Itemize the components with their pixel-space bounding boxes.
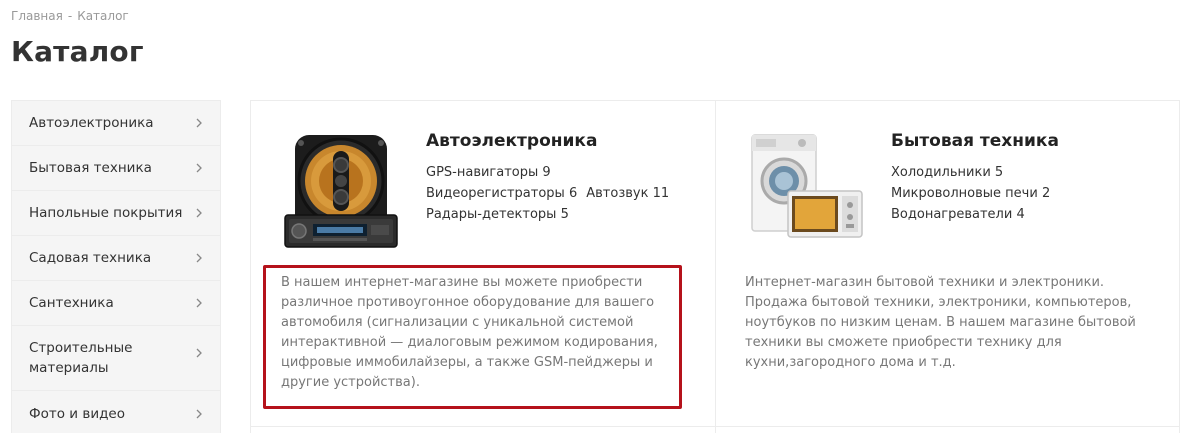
breadcrumb-separator: - xyxy=(67,9,73,23)
sidebar-item-label: Садовая техника xyxy=(29,250,152,266)
breadcrumb-home-link[interactable]: Главная xyxy=(11,9,63,23)
subcategory-name: Микроволновые печи xyxy=(891,186,1038,201)
breadcrumb-current: Каталог xyxy=(77,9,129,23)
chevron-right-icon xyxy=(194,204,204,222)
subcategory-name: GPS-навигаторы xyxy=(426,165,539,180)
chevron-right-icon xyxy=(194,294,204,312)
sidebar-item-plumbing[interactable]: Сантехника xyxy=(12,281,220,326)
sidebar-item-autoelectronics[interactable]: Автоэлектроника xyxy=(12,101,220,146)
sidebar-item-building[interactable]: Строительные материалы xyxy=(12,326,220,391)
subcategory-count: 9 xyxy=(542,165,551,180)
grid-divider xyxy=(251,426,1179,427)
sidebar-item-appliances[interactable]: Бытовая техника xyxy=(12,146,220,191)
subcategory-list: GPS-навигаторы 9 Видеорегистраторы 6 Авто… xyxy=(426,162,686,225)
subcategory-count: 2 xyxy=(1041,186,1051,201)
subcategory-link[interactable]: Микроволновые печи 2 xyxy=(891,183,1050,204)
subcategory-name: Радары-детекторы xyxy=(426,207,557,222)
page-title: Каталог xyxy=(11,35,144,68)
category-card-appliances: Бытовая техника Холодильники 5 Микроволн… xyxy=(716,101,1180,426)
subcategory-name: Автозвук xyxy=(586,186,649,201)
subcategory-link[interactable]: Автозвук 11 xyxy=(586,183,669,204)
chevron-right-icon xyxy=(194,249,204,267)
subcategory-name: Видеорегистраторы xyxy=(426,186,565,201)
sidebar-item-label: Автоэлектроника xyxy=(29,115,154,131)
sidebar-item-label: Бытовая техника xyxy=(29,160,152,176)
subcategory-count: 5 xyxy=(994,165,1004,180)
sidebar-item-garden[interactable]: Садовая техника xyxy=(12,236,220,281)
category-description: Интернет-магазин бытовой техники и элект… xyxy=(745,275,1136,370)
chevron-right-icon xyxy=(194,159,204,177)
catalog-grid: Автоэлектроника GPS-навигаторы 9 Видеоре… xyxy=(250,100,1180,433)
sidebar-item-label: Напольные покрытия xyxy=(29,205,183,221)
chevron-right-icon xyxy=(194,405,204,423)
sidebar-item-label: Сантехника xyxy=(29,295,114,311)
chevron-right-icon xyxy=(194,114,204,132)
subcategory-count: 4 xyxy=(1016,207,1025,222)
subcategory-link[interactable]: Видеорегистраторы 6 xyxy=(426,183,577,204)
subcategory-name: Водонагреватели xyxy=(891,207,1013,222)
category-title-link[interactable]: Бытовая техника xyxy=(891,131,1059,151)
chevron-right-icon xyxy=(194,344,204,362)
subcategory-name: Холодильники xyxy=(891,165,991,180)
washer-microwave-icon[interactable] xyxy=(746,129,866,249)
subcategory-link[interactable]: Водонагреватели 4 xyxy=(891,204,1025,225)
breadcrumb: Главная - Каталог xyxy=(11,9,129,23)
subcategory-count: 11 xyxy=(652,186,670,201)
sidebar-item-flooring[interactable]: Напольные покрытия xyxy=(12,191,220,236)
sidebar-item-label: Строительные материалы xyxy=(29,340,133,376)
sidebar-item-label: Фото и видео xyxy=(29,405,125,422)
category-description: В нашем интернет-магазине вы можете прио… xyxy=(281,275,658,390)
category-card-autoelectronics: Автоэлектроника GPS-навигаторы 9 Видеоре… xyxy=(251,101,715,426)
car-speaker-radio-icon[interactable] xyxy=(281,129,401,249)
subcategory-list: Холодильники 5 Микроволновые печи 2 Водо… xyxy=(891,162,1151,225)
subcategory-count: 6 xyxy=(568,186,578,201)
subcategory-count: 5 xyxy=(560,207,569,222)
subcategory-link[interactable]: Радары-детекторы 5 xyxy=(426,204,569,225)
subcategory-link[interactable]: Холодильники 5 xyxy=(891,162,1003,183)
subcategory-link[interactable]: GPS-навигаторы 9 xyxy=(426,162,551,183)
sidebar-item-photo-video[interactable]: Фото и видео xyxy=(12,391,220,433)
category-title-link[interactable]: Автоэлектроника xyxy=(426,131,597,151)
sidebar-menu: Автоэлектроника Бытовая техника Напольны… xyxy=(11,100,221,433)
